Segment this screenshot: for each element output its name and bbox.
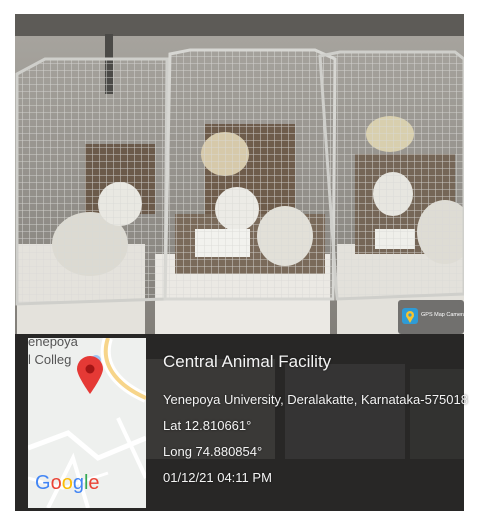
location-map: enepoya l Colleg Google — [28, 338, 146, 508]
longitude-line: Long 74.880854° — [163, 444, 263, 459]
google-letter: g — [72, 472, 84, 494]
map-place-label-mid: l Colleg — [28, 352, 72, 367]
location-info-panel: Central Animal Facility Yenepoya Univers… — [153, 336, 468, 511]
gps-map-camera-badge: GPS Map Camera — [398, 300, 466, 334]
facility-title: Central Animal Facility — [163, 352, 332, 371]
google-letter: o — [61, 472, 73, 494]
map-place-label-top: enepoya — [28, 338, 78, 349]
latitude-line: Lat 12.810661° — [163, 418, 252, 433]
google-letter: o — [50, 472, 62, 494]
gps-camera-icon — [402, 308, 418, 324]
address-line: Yenepoya University, Deralakatte, Karnat… — [163, 392, 468, 407]
google-letter: e — [88, 472, 100, 494]
location-pin-icon — [77, 356, 103, 394]
google-letter: G — [35, 472, 51, 494]
google-logo: Google — [35, 472, 100, 495]
badge-label: GPS Map Camera — [421, 312, 466, 318]
datetime-line: 01/12/21 04:11 PM — [163, 470, 272, 485]
